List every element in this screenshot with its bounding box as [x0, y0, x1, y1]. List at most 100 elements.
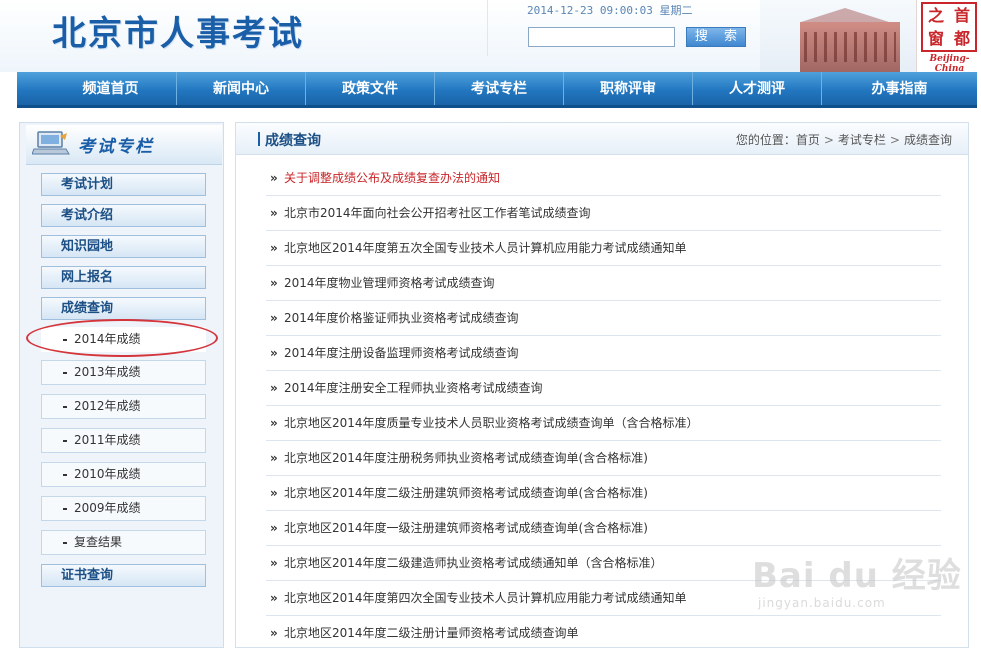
list-item[interactable]: » 北京地区2014年度一级注册建筑师资格考试成绩查询单(含合格标准) — [266, 511, 941, 546]
bullet-icon — [63, 507, 67, 510]
gate-columns-shape — [804, 32, 896, 62]
double-arrow-icon: » — [270, 521, 278, 535]
nav-item-exam-column[interactable]: 考试专栏 — [435, 72, 564, 105]
double-arrow-icon: » — [270, 311, 278, 325]
double-arrow-icon: » — [270, 206, 278, 220]
double-arrow-icon: » — [270, 346, 278, 360]
double-arrow-icon: » — [270, 276, 278, 290]
sidebar-item-knowledge[interactable]: 知识园地 — [41, 235, 206, 258]
title-marker — [258, 132, 260, 146]
sidebar-sub-item-2011[interactable]: 2011年成绩 — [41, 428, 206, 453]
double-arrow-icon: » — [270, 626, 278, 640]
breadcrumb: 您的位置：首页 > 考试专栏 > 成绩查询 — [736, 131, 952, 148]
list-item[interactable]: » 2014年度价格鉴证师执业资格考试成绩查询 — [266, 301, 941, 336]
site-title[interactable]: 北京市人事考试 — [52, 6, 304, 55]
list-item-link[interactable]: 北京地区2014年度质量专业技术人员职业资格考试成绩查询单（含合格标准） — [284, 416, 699, 430]
logo-char: 窗 — [927, 29, 944, 48]
capital-window-logo[interactable]: 之 首 窗 都 Beijing-China — [916, 0, 981, 74]
sidebar-sub-item-label: 2011年成绩 — [74, 433, 141, 447]
laptop-icon — [32, 131, 70, 155]
bullet-icon — [63, 371, 67, 374]
bullet-icon — [63, 541, 67, 544]
bullet-icon — [63, 405, 67, 408]
double-arrow-icon: » — [270, 556, 278, 570]
page-title: 成绩查询 — [265, 133, 321, 149]
sidebar-sub-item-label: 2010年成绩 — [74, 467, 141, 481]
main-nav: 频道首页 新闻中心 政策文件 考试专栏 职称评审 人才测评 办事指南 — [17, 72, 977, 108]
sidebar-sub-item-label: 2012年成绩 — [74, 399, 141, 413]
watermark-main-text: Bai du 经验 — [752, 556, 962, 596]
list-item[interactable]: » 关于调整成绩公布及成绩复查办法的通知 — [266, 161, 941, 196]
list-item-link[interactable]: 2014年度注册安全工程师执业资格考试成绩查询 — [284, 381, 543, 395]
double-arrow-icon: » — [270, 241, 278, 255]
breadcrumb-prefix: 您的位置： — [735, 133, 796, 147]
list-item-link[interactable]: 2014年度价格鉴证师执业资格考试成绩查询 — [284, 311, 519, 325]
list-item-link[interactable]: 关于调整成绩公布及成绩复查办法的通知 — [284, 171, 500, 185]
sidebar-sub-item-label: 2013年成绩 — [74, 365, 141, 379]
gate-roof-shape — [801, 8, 889, 22]
sidebar-header: 考试专栏 — [26, 125, 222, 165]
double-arrow-icon: » — [270, 171, 278, 185]
list-item[interactable]: » 北京地区2014年度二级注册建筑师资格考试成绩查询单(含合格标准) — [266, 476, 941, 511]
sidebar-sub-item-2009[interactable]: 2009年成绩 — [41, 496, 206, 521]
double-arrow-icon: » — [270, 591, 278, 605]
nav-item-news-center[interactable]: 新闻中心 — [177, 72, 306, 105]
sidebar-sub-item-label: 复查结果 — [74, 535, 123, 549]
logo-char: 都 — [953, 29, 970, 48]
breadcrumb-current: 成绩查询 — [903, 133, 952, 147]
list-item-link[interactable]: 2014年度物业管理师资格考试成绩查询 — [284, 276, 495, 290]
site-header: 北京市人事考试 2014-12-23 09:00:03 星期二 搜 索 之 首 … — [0, 0, 981, 74]
list-item[interactable]: » 2014年度注册设备监理师资格考试成绩查询 — [266, 336, 941, 371]
sidebar-item-exam-plan[interactable]: 考试计划 — [41, 173, 206, 196]
datetime-display: 2014-12-23 09:00:03 星期二 — [527, 4, 693, 17]
sidebar-title: 考试专栏 — [78, 137, 154, 157]
tiananmen-banner-image — [760, 0, 920, 72]
list-item[interactable]: » 北京地区2014年度质量专业技术人员职业资格考试成绩查询单（含合格标准） — [266, 406, 941, 441]
double-arrow-icon: » — [270, 416, 278, 430]
sidebar-sub-item-2012[interactable]: 2012年成绩 — [41, 394, 206, 419]
logo-char: 之 — [927, 6, 944, 25]
list-item-link[interactable]: 北京市2014年面向社会公开招考社区工作者笔试成绩查询 — [284, 206, 591, 220]
sidebar-sub-item-2013[interactable]: 2013年成绩 — [41, 360, 206, 385]
list-item-link[interactable]: 北京地区2014年度二级建造师执业资格考试成绩通知单（含合格标准） — [284, 556, 663, 570]
list-item-link[interactable]: 北京地区2014年度二级注册计量师资格考试成绩查询单 — [284, 626, 579, 640]
list-item-link[interactable]: 北京地区2014年度第五次全国专业技术人员计算机应用能力考试成绩通知单 — [284, 241, 687, 255]
page: 北京市人事考试 2014-12-23 09:00:03 星期二 搜 索 之 首 … — [0, 0, 981, 648]
sidebar-sub-item-2010[interactable]: 2010年成绩 — [41, 462, 206, 487]
list-item-link[interactable]: 北京地区2014年度二级注册建筑师资格考试成绩查询单(含合格标准) — [284, 486, 648, 500]
list-item-link[interactable]: 2014年度注册设备监理师资格考试成绩查询 — [284, 346, 519, 360]
chevron-right-icon: > — [889, 133, 900, 147]
sidebar-item-online-registration[interactable]: 网上报名 — [41, 266, 206, 289]
list-item[interactable]: » 2014年度物业管理师资格考试成绩查询 — [266, 266, 941, 301]
double-arrow-icon: » — [270, 451, 278, 465]
sidebar-item-score-query[interactable]: 成绩查询 — [41, 297, 206, 320]
sidebar-sub-item-review-results[interactable]: 复查结果 — [41, 530, 206, 555]
bullet-icon — [63, 473, 67, 476]
list-item[interactable]: » 北京市2014年面向社会公开招考社区工作者笔试成绩查询 — [266, 196, 941, 231]
breadcrumb-home[interactable]: 首页 — [796, 133, 820, 147]
content-header: 成绩查询 您的位置：首页 > 考试专栏 > 成绩查询 — [236, 123, 968, 155]
list-item-link[interactable]: 北京地区2014年度第四次全国专业技术人员计算机应用能力考试成绩通知单 — [284, 591, 687, 605]
nav-item-title-review[interactable]: 职称评审 — [564, 72, 693, 105]
search-button[interactable]: 搜 索 — [686, 27, 746, 47]
sidebar-item-exam-intro[interactable]: 考试介绍 — [41, 204, 206, 227]
list-item-link[interactable]: 北京地区2014年度注册税务师执业资格考试成绩查询单(含合格标准) — [284, 451, 648, 465]
logo-seal: 之 首 窗 都 — [921, 2, 977, 52]
list-item[interactable]: » 北京地区2014年度第五次全国专业技术人员计算机应用能力考试成绩通知单 — [266, 231, 941, 266]
breadcrumb-section[interactable]: 考试专栏 — [838, 133, 886, 147]
list-item[interactable]: » 北京地区2014年度注册税务师执业资格考试成绩查询单(含合格标准) — [266, 441, 941, 476]
sidebar-sub-item-label: 2009年成绩 — [74, 501, 141, 515]
logo-subtitle: Beijing-China — [929, 54, 970, 74]
nav-item-service-guide[interactable]: 办事指南 — [822, 72, 977, 105]
nav-item-policy-documents[interactable]: 政策文件 — [306, 72, 435, 105]
double-arrow-icon: » — [270, 486, 278, 500]
sidebar-item-certificate-query[interactable]: 证书查询 — [41, 564, 206, 587]
nav-item-talent-assessment[interactable]: 人才测评 — [693, 72, 822, 105]
bullet-icon — [63, 439, 67, 442]
list-item-link[interactable]: 北京地区2014年度一级注册建筑师资格考试成绩查询单(含合格标准) — [284, 521, 648, 535]
logo-char: 首 — [953, 6, 970, 25]
search-input[interactable] — [528, 27, 675, 47]
double-arrow-icon: » — [270, 381, 278, 395]
list-item[interactable]: » 2014年度注册安全工程师执业资格考试成绩查询 — [266, 371, 941, 406]
nav-item-channel-home[interactable]: 频道首页 — [17, 72, 177, 105]
